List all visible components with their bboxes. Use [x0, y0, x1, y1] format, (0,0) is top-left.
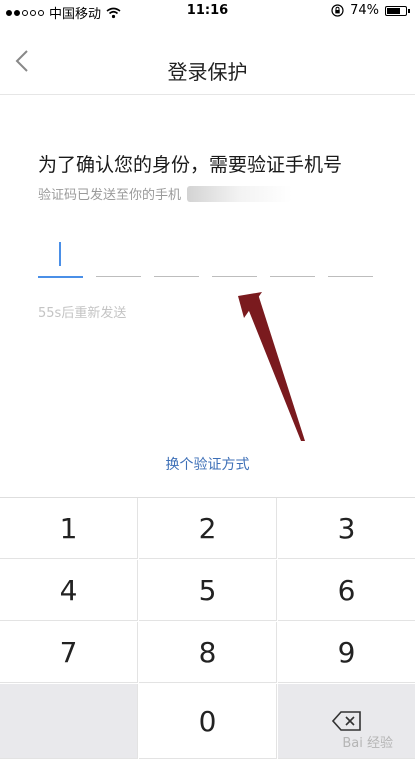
code-digit-6[interactable]	[328, 238, 373, 277]
key-7[interactable]: 7	[0, 622, 138, 683]
key-6[interactable]: 6	[278, 560, 415, 621]
key-1[interactable]: 1	[0, 498, 138, 559]
key-blank	[0, 684, 138, 759]
key-label: 4	[59, 573, 78, 607]
backspace-icon	[331, 711, 361, 731]
page-title: 登录保护	[167, 60, 248, 84]
masked-phone-number	[187, 185, 293, 202]
battery-percent: 74%	[350, 3, 379, 18]
code-digit-2[interactable]	[96, 238, 141, 277]
key-label: 9	[337, 635, 356, 669]
key-label: 1	[59, 511, 78, 545]
key-8[interactable]: 8	[139, 622, 277, 683]
code-sent-text: 验证码已发送至你的手机	[38, 188, 182, 203]
key-label: 6	[337, 573, 356, 607]
key-label: 2	[198, 511, 217, 545]
text-cursor	[59, 242, 61, 266]
battery-icon	[385, 5, 410, 16]
resend-countdown: 55s后重新发送	[38, 306, 127, 321]
numeric-keypad: 1 2 3 4 5 6 7 8 9 0 Bai 经验	[0, 497, 415, 759]
key-label: 3	[337, 511, 356, 545]
verify-heading: 为了确认您的身份，需要验证手机号	[38, 154, 343, 176]
verification-code-input[interactable]	[38, 238, 373, 278]
key-5[interactable]: 5	[139, 560, 277, 621]
code-digit-3[interactable]	[154, 238, 199, 277]
key-4[interactable]: 4	[0, 560, 138, 621]
key-label: 7	[59, 635, 78, 669]
navigation-bar: 登录保护	[0, 22, 415, 95]
code-digit-1[interactable]	[38, 238, 83, 278]
key-label: 0	[198, 704, 217, 738]
key-label: 5	[198, 573, 217, 607]
key-0[interactable]: 0	[139, 684, 277, 759]
key-3[interactable]: 3	[278, 498, 415, 559]
code-sent-notice: 验证码已发送至你的手机	[38, 184, 293, 203]
key-2[interactable]: 2	[139, 498, 277, 559]
rotation-lock-icon	[331, 4, 344, 17]
code-digit-5[interactable]	[270, 238, 315, 277]
key-9[interactable]: 9	[278, 622, 415, 683]
status-bar: 中国移动 11:16 74%	[0, 0, 415, 22]
code-digit-4[interactable]	[212, 238, 257, 277]
watermark: Bai 经验	[342, 736, 393, 751]
status-bar-right: 74%	[331, 3, 410, 18]
switch-verification-method-link[interactable]: 换个验证方式	[0, 454, 415, 474]
key-label: 8	[198, 635, 217, 669]
